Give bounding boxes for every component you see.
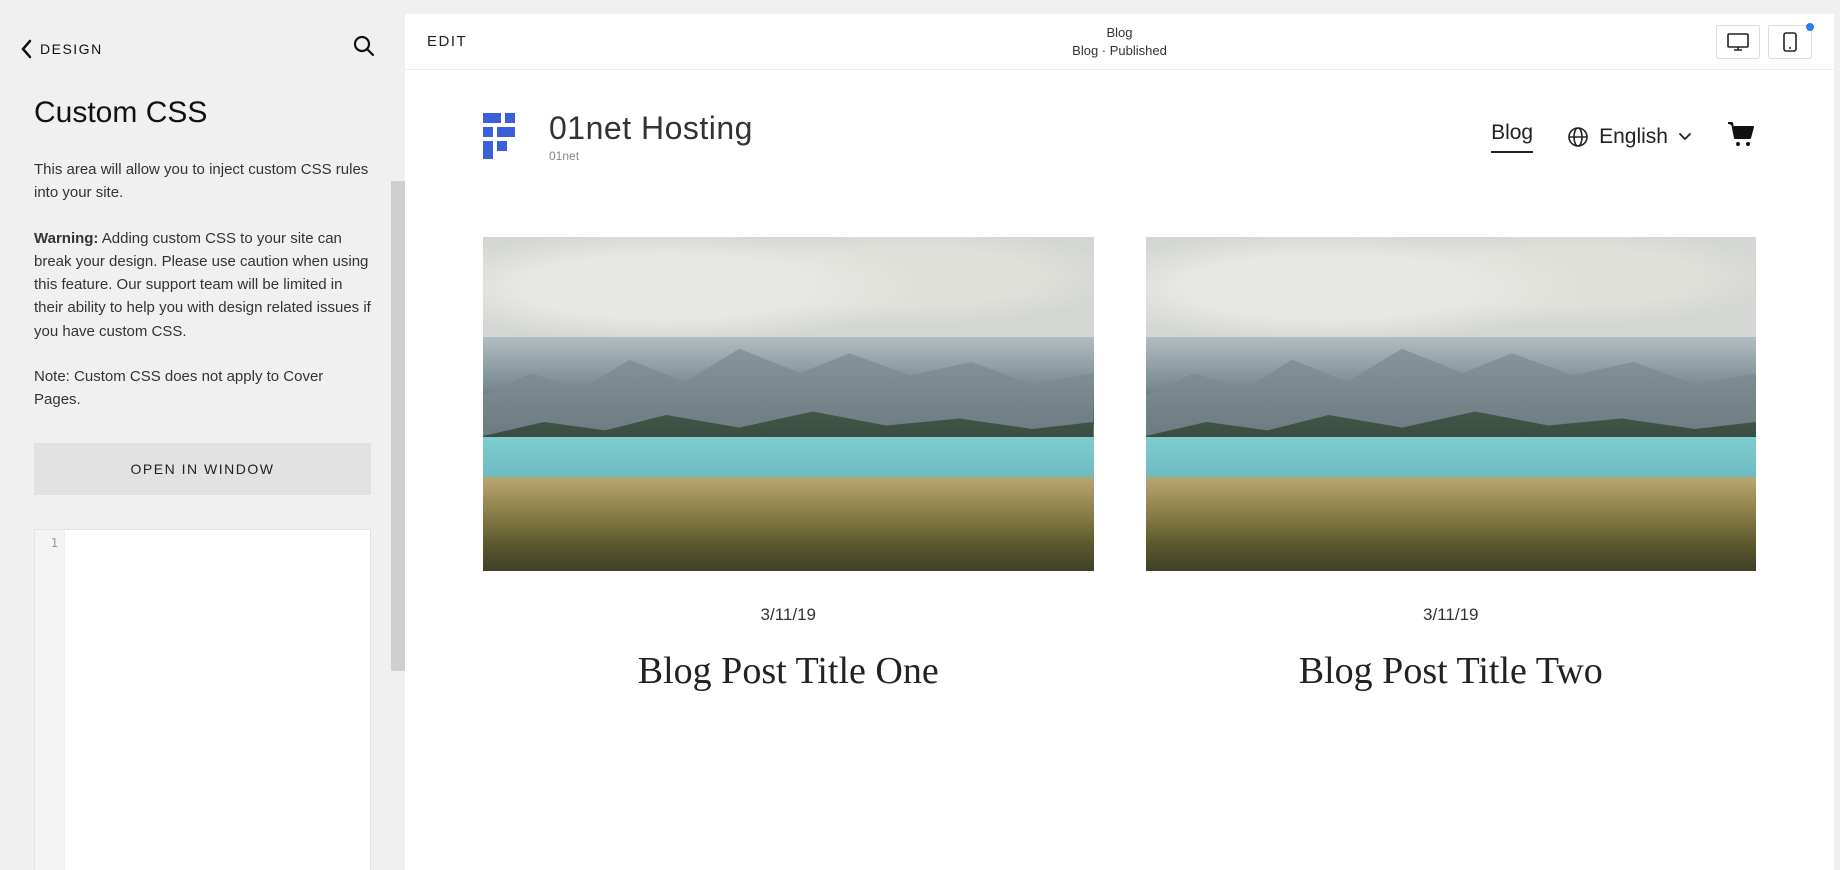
posts-grid: 3/11/19 Blog Post Title One 3/11/19 Blog… <box>405 163 1834 693</box>
post-image <box>483 237 1094 571</box>
sidebar-content: Custom CSS This area will allow you to i… <box>0 96 405 870</box>
nav-link-blog[interactable]: Blog <box>1491 121 1533 153</box>
post-date: 3/11/19 <box>483 605 1094 625</box>
design-sidebar: DESIGN Custom CSS This area will allow y… <box>0 0 405 870</box>
brand-subtitle: 01net <box>549 149 753 163</box>
desktop-icon <box>1727 33 1749 51</box>
language-label: English <box>1599 125 1668 149</box>
sidebar-header: DESIGN <box>0 0 405 86</box>
mobile-view-button[interactable] <box>1768 25 1812 59</box>
brand-name: 01net Hosting <box>549 110 753 147</box>
panel-description: This area will allow you to inject custo… <box>34 158 371 205</box>
preview-frame: EDIT Blog Blog · Published <box>405 14 1834 870</box>
back-label: DESIGN <box>40 41 103 57</box>
notification-dot-icon <box>1806 23 1814 31</box>
search-icon <box>353 35 375 57</box>
code-gutter: 1 <box>35 530 65 870</box>
chevron-left-icon <box>20 39 34 59</box>
post-image <box>1146 237 1757 571</box>
panel-warning: Warning: Adding custom CSS to your site … <box>34 227 371 343</box>
brand-logo-icon <box>483 113 531 161</box>
blog-post-card[interactable]: 3/11/19 Blog Post Title One <box>483 237 1094 693</box>
blog-post-card[interactable]: 3/11/19 Blog Post Title Two <box>1146 237 1757 693</box>
chevron-down-icon <box>1678 132 1692 142</box>
sidebar-scrollbar-thumb[interactable] <box>391 181 405 671</box>
preview-topbar: EDIT Blog Blog · Published <box>405 14 1834 70</box>
preview-panel: EDIT Blog Blog · Published <box>405 0 1840 870</box>
language-selector[interactable]: English <box>1567 125 1692 149</box>
desktop-view-button[interactable] <box>1716 25 1760 59</box>
cart-button[interactable] <box>1726 121 1756 152</box>
css-code-editor[interactable]: 1 <box>34 529 371 870</box>
site-brand[interactable]: 01net Hosting 01net <box>483 110 753 163</box>
back-to-design-button[interactable]: DESIGN <box>20 39 103 59</box>
mobile-icon <box>1783 32 1797 52</box>
edit-button[interactable]: EDIT <box>427 33 467 50</box>
post-title: Blog Post Title One <box>483 649 1094 693</box>
search-button[interactable] <box>353 35 375 62</box>
post-title: Blog Post Title Two <box>1146 649 1757 693</box>
brand-text: 01net Hosting 01net <box>549 110 753 163</box>
cart-icon <box>1726 121 1756 147</box>
page-meta: Blog Blog · Published <box>1072 24 1167 59</box>
site-header: 01net Hosting 01net Blog English <box>405 70 1834 163</box>
code-body[interactable] <box>65 530 370 870</box>
panel-title: Custom CSS <box>34 96 371 130</box>
page-status: Blog · Published <box>1072 42 1167 60</box>
device-toggle-group <box>1716 25 1812 59</box>
site-preview: 01net Hosting 01net Blog English <box>405 70 1834 870</box>
warning-label: Warning: <box>34 230 98 247</box>
open-in-window-button[interactable]: OPEN IN WINDOW <box>34 443 371 495</box>
globe-icon <box>1567 126 1589 148</box>
gutter-line-number: 1 <box>35 536 58 550</box>
panel-note: Note: Custom CSS does not apply to Cover… <box>34 365 371 412</box>
page-name: Blog <box>1072 24 1167 42</box>
site-nav: Blog English <box>1491 121 1756 153</box>
post-date: 3/11/19 <box>1146 605 1757 625</box>
sidebar-scroll-area[interactable]: Custom CSS This area will allow you to i… <box>0 86 405 870</box>
